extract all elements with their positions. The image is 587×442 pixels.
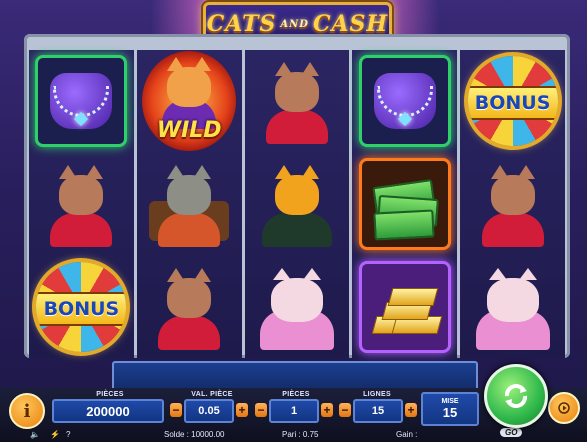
spin-arrows-icon (504, 384, 528, 408)
bonus-label: BONUS (36, 291, 127, 326)
autoplay-button[interactable] (548, 392, 580, 424)
reel-5: BONUS (460, 50, 565, 358)
reel-4-cell-1 (352, 50, 457, 153)
cat-lady-symbol (254, 58, 340, 145)
reel-5-cell-1: BONUS (460, 50, 565, 153)
coins-value: 200000 (86, 403, 130, 419)
bonus-label: BONUS (467, 86, 558, 121)
reel-2: WILD (136, 50, 242, 358)
reel-1-cell-2 (29, 153, 134, 256)
pieces-value: 1 (290, 405, 298, 417)
businessman-cat-symbol (146, 161, 232, 247)
coin-value-plus-button[interactable]: + (236, 403, 248, 417)
coin-value-minus-button[interactable]: − (170, 403, 182, 417)
reel-4 (352, 50, 458, 358)
play-icon (558, 402, 570, 414)
persian-cat-symbol (254, 264, 340, 350)
persian-cat-symbol (470, 264, 556, 350)
reel-3-cell-2 (245, 153, 350, 256)
reel-3 (244, 50, 350, 358)
bonus-wheel-symbol: BONUS (36, 261, 127, 352)
sound-icon[interactable]: 🔈 (30, 430, 40, 439)
reel-2-cell-3 (137, 255, 242, 358)
lines-value: 15 (371, 405, 385, 417)
coin-value-display: 0.05 (184, 399, 234, 423)
reel-1-cell-1 (29, 50, 134, 153)
lines-plus-button[interactable]: + (405, 403, 417, 417)
cash-stack-symbol (358, 158, 451, 250)
turbo-icon[interactable]: ⚡ (50, 430, 60, 439)
pieces-display: 1 (269, 399, 319, 423)
lines-minus-button[interactable]: − (339, 403, 351, 417)
logo-and: AND (280, 18, 309, 30)
pieces-label: PIÈCES (282, 391, 310, 398)
pieces-minus-button[interactable]: − (255, 403, 267, 417)
bonus-wheel-symbol: BONUS (467, 56, 558, 147)
gold-bars-symbol (358, 260, 451, 353)
bet-label: MISE (441, 398, 459, 405)
coin-value-label: VAL. PIÈCE (191, 391, 233, 398)
spin-button[interactable] (484, 364, 548, 428)
jewelry-bag-symbol (35, 55, 128, 148)
cat-lady-symbol (470, 161, 556, 247)
provider-logo: GO (500, 428, 523, 437)
reel-2-cell-1: WILD (137, 50, 242, 153)
cat-lady-symbol (38, 161, 124, 247)
lines-display: 15 (353, 399, 403, 423)
jewelry-bag-symbol (358, 55, 451, 148)
balance-text: Solde : 10000.00 (164, 430, 225, 439)
reel-2-cell-2 (137, 153, 242, 256)
info-icon: i (23, 400, 31, 422)
win-text: Gain : (396, 430, 418, 439)
reel-4-cell-2 (352, 153, 457, 256)
coins-label: PIÈCES (96, 391, 124, 398)
reel-1: BONUS (29, 50, 134, 358)
coin-value: 0.05 (198, 405, 220, 417)
wild-symbol: WILD (142, 51, 237, 152)
reel-3-cell-1 (245, 50, 350, 153)
cat-lady-symbol (146, 264, 232, 350)
reels-grid: BONUS WILD BONUS (29, 50, 565, 358)
pieces-plus-button[interactable]: + (321, 403, 333, 417)
tiger-boss-cat-symbol (254, 161, 340, 247)
help-icon[interactable]: ? (66, 430, 70, 439)
reel-4-cell-3 (352, 255, 457, 358)
bet-value: 15 (442, 405, 458, 420)
reel-3-cell-3 (245, 255, 350, 358)
lines-label: LIGNES (363, 391, 391, 398)
bet-display: MISE 15 (421, 392, 479, 426)
wild-label: WILD (156, 118, 222, 144)
reel-5-cell-3 (460, 255, 565, 358)
bet-text: Pari : 0.75 (282, 430, 319, 439)
reel-1-cell-3: BONUS (29, 255, 134, 358)
info-button[interactable]: i (9, 393, 45, 429)
reel-5-cell-2 (460, 153, 565, 256)
coins-display: 200000 (52, 399, 164, 423)
provider-text: GO (505, 428, 518, 437)
